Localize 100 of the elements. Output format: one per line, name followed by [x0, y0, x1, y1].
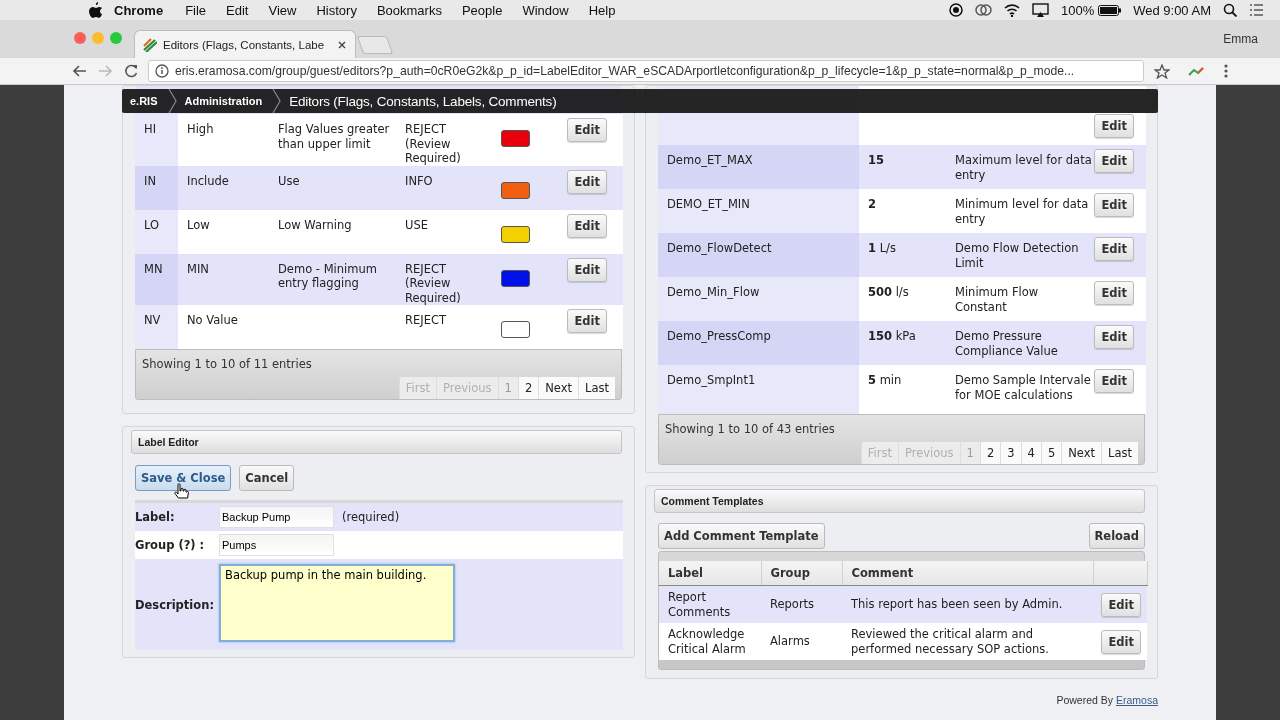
menu-item[interactable]: File — [185, 2, 207, 18]
edit-button[interactable]: Edit — [1094, 149, 1134, 173]
back-arrow-icon — [72, 64, 88, 78]
breadcrumb-link[interactable]: e.RIS — [122, 95, 168, 107]
tab-title: Editors (Flags, Constants, Labe — [163, 38, 326, 51]
pointer-hand-icon — [173, 483, 190, 499]
edit-button[interactable]: Edit — [567, 213, 607, 238]
edit-button[interactable]: Edit — [1094, 237, 1134, 261]
page-button[interactable]: Next — [538, 377, 579, 399]
address-bar[interactable]: eris.eramosa.com/group/guest/editors?p_auth=0cR0eG2k&p_p_id=LabelEditor_WAR_eSCADArportletconfiguration&p_p_lifecycle=1&p_p_state=normal&p_p_mode... — [148, 60, 1144, 82]
menu-item[interactable]: Help — [588, 2, 616, 18]
display-icon — [1031, 2, 1049, 18]
field-label: Description: — [135, 597, 214, 612]
browser-tab[interactable]: Editors (Flags, Constants, Labe — [134, 30, 356, 58]
edit-button[interactable]: Edit — [1094, 325, 1134, 349]
menu-item[interactable]: Window — [522, 2, 569, 18]
table-cell: USE — [405, 217, 428, 232]
table-cell: High — [187, 122, 214, 136]
reload-icon — [124, 64, 138, 78]
edit-button[interactable]: Edit — [1101, 592, 1141, 617]
reload-button[interactable]: Reload — [1088, 523, 1145, 549]
edit-button[interactable]: Edit — [1101, 629, 1141, 654]
circles-icon — [974, 3, 992, 17]
table-cell: Low — [187, 217, 210, 232]
star-icon — [1154, 63, 1170, 79]
menu-item[interactable]: People — [461, 2, 503, 18]
table-cell: Include — [187, 173, 229, 188]
table-cell: 15 — [868, 153, 884, 167]
text-field[interactable]: Pumps — [219, 534, 334, 556]
page-button[interactable]: 3 — [1000, 442, 1021, 464]
close-icon — [337, 39, 347, 50]
table-cell: MIN — [187, 261, 209, 276]
table-cell: Minimum Flow Constant — [955, 285, 1039, 314]
clock: Wed 9:00 AM — [1133, 2, 1211, 18]
table-cell: 1 L/s — [868, 241, 896, 255]
table-cell: 5 min — [868, 373, 902, 387]
page-button[interactable]: Next — [1061, 442, 1102, 464]
table-cell: Minimum level for data entry — [955, 197, 1089, 226]
user-name[interactable]: Emma — [1223, 32, 1258, 46]
page-button[interactable]: 4 — [1020, 442, 1041, 464]
table-cell: Demo_Min_Flow — [667, 285, 760, 299]
edit-button[interactable]: Edit — [1094, 281, 1134, 305]
new-tab-button[interactable] — [356, 36, 394, 54]
field-label: Group (?) : — [135, 538, 205, 552]
eramosa-link[interactable]: Eramosa — [1116, 694, 1158, 706]
panel-header: Comment Templates — [654, 489, 1145, 513]
table-cell: This report has been seen by Admin. — [851, 597, 1063, 612]
menu-item[interactable]: Edit — [226, 2, 249, 18]
add-template-button[interactable]: Add Comment Template — [658, 523, 825, 549]
edit-button[interactable]: Edit — [567, 257, 607, 282]
edit-button[interactable]: Edit — [567, 169, 607, 194]
search-icon — [1223, 3, 1237, 17]
edit-button[interactable]: Edit — [1094, 193, 1134, 217]
zoom-window-icon — [110, 32, 122, 44]
menu-item[interactable]: Chrome — [114, 2, 164, 18]
info-icon — [155, 64, 169, 78]
table-cell: Demo_ET_MAX — [667, 153, 753, 167]
record-icon — [948, 3, 963, 17]
save-close-button[interactable]: Save & Close — [135, 465, 232, 491]
table-cell: Demo_PressComp — [667, 329, 771, 343]
breadcrumb-link[interactable]: Administration — [176, 95, 273, 107]
field-label: Label: — [135, 510, 175, 524]
table-cell: MN — [144, 261, 163, 276]
wifi-icon — [1003, 3, 1020, 17]
menu-item[interactable]: Bookmarks — [376, 2, 442, 18]
table-cell: Report Comments — [668, 590, 731, 619]
page-button[interactable]: 2 — [979, 442, 1001, 464]
table-cell: Demo Flow Detection Limit — [955, 241, 1079, 270]
description-field[interactable]: Backup pump in the main building. — [219, 564, 455, 642]
chevron-icon — [167, 89, 177, 113]
table-cell: HI — [144, 122, 157, 136]
table-cell: No Value — [187, 313, 238, 327]
page-button[interactable]: Last — [1101, 442, 1138, 464]
table-cell: Demo Pressure Compliance Value — [955, 329, 1058, 358]
column-header: Group — [770, 566, 810, 580]
table-cell: 2 — [868, 197, 876, 211]
table-cell: Demo - Minimum entry flagging — [278, 261, 377, 290]
cancel-button[interactable]: Cancel — [239, 465, 295, 491]
more-icon — [1224, 64, 1228, 78]
page-button[interactable]: 2 — [517, 377, 539, 399]
edit-button[interactable]: Edit — [567, 118, 607, 142]
text-field[interactable]: Backup Pump — [219, 506, 334, 528]
page-button[interactable]: Last — [578, 377, 615, 399]
table-cell: LO — [144, 217, 160, 232]
table-cell: REJECT (Review Required) — [405, 261, 461, 305]
edit-button[interactable]: Edit — [1094, 114, 1134, 138]
page-button[interactable]: 5 — [1040, 442, 1062, 464]
menu-item[interactable]: View — [268, 2, 297, 18]
column-header: Label — [668, 566, 704, 580]
battery-icon — [1098, 4, 1122, 16]
menu-item[interactable]: History — [316, 2, 357, 18]
breadcrumb-link[interactable]: Editors (Flags, Constants, Labels, Comments) — [281, 93, 567, 109]
edit-button[interactable]: Edit — [1094, 369, 1134, 393]
column-header: Comment — [851, 566, 914, 580]
close-window-icon — [74, 32, 86, 44]
table-cell: NV — [144, 313, 161, 327]
table-cell: Low Warning — [278, 217, 352, 232]
edit-button[interactable]: Edit — [567, 309, 607, 333]
table-cell: Acknowledge Critical Alarm — [668, 627, 746, 656]
table-cell: REJECT (Review Required) — [405, 122, 461, 165]
